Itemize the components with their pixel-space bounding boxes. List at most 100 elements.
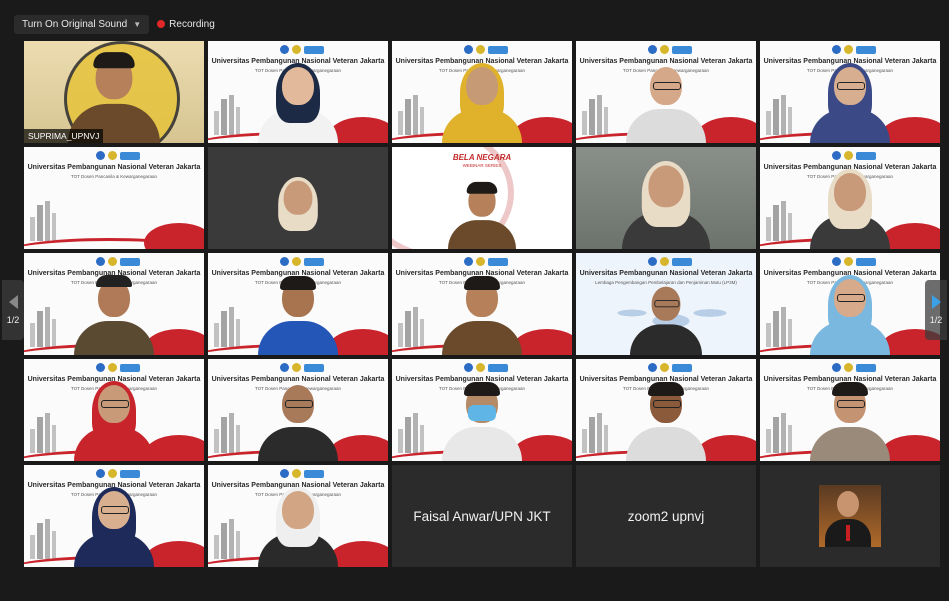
- logo-icons: [648, 45, 692, 54]
- chevron-right-icon: [931, 295, 941, 309]
- participant-tile[interactable]: Universitas Pembangunan Nasional Veteran…: [208, 253, 388, 355]
- slide-subtitle: TOT Dosen Pancasila & Kewarganegaraan: [70, 174, 158, 179]
- participant-tile[interactable]: Faisal Anwar/UPN JKT: [392, 465, 572, 567]
- participant-tile[interactable]: Universitas Pembangunan Nasional Veteran…: [24, 465, 204, 567]
- city-graphic: [214, 95, 240, 135]
- participant-tile[interactable]: BELA NEGARA WEBINAR SERIES: [392, 147, 572, 249]
- participant-tile[interactable]: Universitas Pembangunan Nasional Veteran…: [24, 147, 204, 249]
- logo-icons: [464, 45, 508, 54]
- participant-name-display: Faisal Anwar/UPN JKT: [392, 465, 572, 567]
- participant-video: [810, 63, 890, 143]
- logo-icons: [832, 363, 876, 372]
- logo-icons: [280, 363, 324, 372]
- slide-title: Universitas Pembangunan Nasional Veteran…: [579, 270, 753, 277]
- logo-icons: [96, 363, 140, 372]
- logo-icons: [280, 469, 324, 478]
- participant-tile[interactable]: Universitas Pembangunan Nasional Veteran…: [576, 253, 756, 355]
- participant-tile[interactable]: [576, 147, 756, 249]
- participant-tile[interactable]: Universitas Pembangunan Nasional Veteran…: [392, 41, 572, 143]
- city-graphic: [30, 201, 56, 241]
- city-graphic: [398, 413, 424, 453]
- participant-name-display: zoom2 upnvj: [576, 465, 756, 567]
- participant-tile[interactable]: Universitas Pembangunan Nasional Veteran…: [760, 253, 940, 355]
- next-page-button[interactable]: 1/2: [925, 280, 947, 340]
- participant-tile[interactable]: zoom2 upnvj: [576, 465, 756, 567]
- participant-video: [626, 67, 706, 143]
- slide-subtitle: WEBINAR SERIES: [462, 163, 502, 168]
- participant-video: [258, 276, 338, 355]
- original-sound-label: Turn On Original Sound: [22, 18, 128, 30]
- participant-video: [442, 276, 522, 355]
- avatar: [819, 485, 881, 547]
- meeting-toolbar: Turn On Original Sound ▼ Recording: [14, 14, 215, 34]
- city-graphic: [766, 413, 792, 453]
- slide-title: Universitas Pembangunan Nasional Veteran…: [27, 164, 201, 171]
- chevron-down-icon[interactable]: ▼: [133, 20, 141, 29]
- participant-tile[interactable]: SUPRIMA_UPNVJ: [24, 41, 204, 143]
- participant-tile[interactable]: Universitas Pembangunan Nasional Veteran…: [760, 41, 940, 143]
- decor-wave: [144, 223, 204, 249]
- recording-label: Recording: [169, 18, 215, 30]
- participant-tile[interactable]: [760, 465, 940, 567]
- participant-tile[interactable]: Universitas Pembangunan Nasional Veteran…: [24, 253, 204, 355]
- city-graphic: [766, 307, 792, 347]
- city-graphic: [30, 519, 56, 559]
- participant-tile[interactable]: Universitas Pembangunan Nasional Veteran…: [208, 41, 388, 143]
- participant-tile[interactable]: Universitas Pembangunan Nasional Veteran…: [576, 359, 756, 461]
- logo-icons: [648, 257, 692, 266]
- participant-tile[interactable]: Universitas Pembangunan Nasional Veteran…: [392, 359, 572, 461]
- participant-tile[interactable]: Universitas Pembangunan Nasional Veteran…: [24, 359, 204, 461]
- logo-icons: [96, 257, 140, 266]
- participant-tile[interactable]: Universitas Pembangunan Nasional Veteran…: [208, 465, 388, 567]
- avatar-background: [760, 465, 940, 567]
- participant-video: [442, 382, 522, 461]
- participant-name-tag: SUPRIMA_UPNVJ: [24, 129, 104, 143]
- participant-video: [810, 275, 890, 355]
- logo-icons: [648, 363, 692, 372]
- city-graphic: [214, 413, 240, 453]
- slide-title: Universitas Pembangunan Nasional Veteran…: [211, 376, 385, 383]
- chevron-left-icon: [8, 295, 18, 309]
- participant-tile[interactable]: Universitas Pembangunan Nasional Veteran…: [760, 359, 940, 461]
- participant-video: [810, 382, 890, 461]
- original-sound-button[interactable]: Turn On Original Sound ▼: [14, 14, 150, 34]
- city-graphic: [30, 307, 56, 347]
- participant-video: [262, 177, 334, 249]
- logo-icons: [96, 151, 140, 160]
- participant-video: [74, 487, 154, 567]
- participant-tile[interactable]: Universitas Pembangunan Nasional Veteran…: [760, 147, 940, 249]
- participant-tile[interactable]: Universitas Pembangunan Nasional Veteran…: [576, 41, 756, 143]
- participant-video: [622, 161, 710, 249]
- city-graphic: [766, 95, 792, 135]
- city-graphic: [398, 307, 424, 347]
- slide-subtitle: Lembaga Pengembangan Pembelajaran dan Pe…: [595, 280, 737, 285]
- logo-icons: [832, 45, 876, 54]
- participant-tile[interactable]: Universitas Pembangunan Nasional Veteran…: [392, 253, 572, 355]
- logo-icons: [280, 45, 324, 54]
- participant-video: [810, 169, 890, 249]
- participant-video: [442, 63, 522, 143]
- participant-video: [630, 286, 702, 355]
- logo-icons: [832, 257, 876, 266]
- city-graphic: [766, 201, 792, 241]
- shared-slide-background: Universitas Pembangunan Nasional Veteran…: [24, 147, 204, 249]
- recording-indicator[interactable]: Recording: [157, 19, 215, 30]
- logo-icons: [464, 363, 508, 372]
- participant-video: [258, 487, 338, 567]
- participant-video: [258, 63, 338, 143]
- city-graphic: [30, 413, 56, 453]
- page-indicator-right: 1/2: [929, 315, 943, 325]
- participant-video: [258, 385, 338, 461]
- participant-tile[interactable]: [208, 147, 388, 249]
- participant-video: [74, 381, 154, 461]
- participant-video: [626, 382, 706, 461]
- city-graphic: [582, 95, 608, 135]
- participant-video: [448, 181, 516, 249]
- logo-icons: [464, 257, 508, 266]
- participant-video: [74, 275, 154, 355]
- city-graphic: [214, 307, 240, 347]
- slide-title: Universitas Pembangunan Nasional Veteran…: [579, 58, 753, 65]
- participant-tile[interactable]: Universitas Pembangunan Nasional Veteran…: [208, 359, 388, 461]
- prev-page-button[interactable]: 1/2: [2, 280, 24, 340]
- page-indicator-left: 1/2: [6, 315, 20, 325]
